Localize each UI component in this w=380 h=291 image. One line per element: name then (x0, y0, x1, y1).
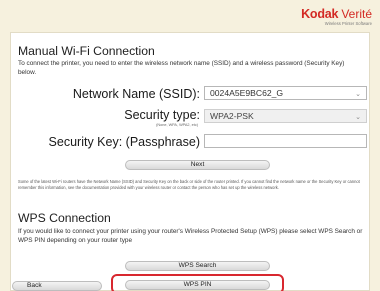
wps-description: If you would like to connect your printe… (18, 228, 363, 244)
security-type-value: WPA2-PSK (210, 111, 254, 121)
wps-title: WPS Connection (18, 211, 111, 225)
brand-product: Verité (341, 7, 372, 21)
security-key-input[interactable] (204, 134, 367, 148)
back-button[interactable]: Back (12, 281, 102, 291)
next-button[interactable]: Next (125, 160, 270, 170)
network-name-field[interactable]: 0024A5E9BC62_G ⌄ (204, 86, 367, 100)
security-key-label: Security Key: (Passphrase) (48, 135, 200, 149)
security-type-label: Security type: (124, 108, 200, 122)
wps-search-button[interactable]: WPS Search (125, 261, 270, 271)
wps-pin-button[interactable]: WPS PIN (125, 280, 270, 290)
network-name-value: 0024A5E9BC62_G (210, 88, 284, 98)
security-type-hint: (None, WPA, WPA2, etc) (156, 123, 198, 127)
manual-description: To connect the printer, you need to ente… (18, 60, 345, 76)
brand-logo: Kodak Verité Wireless Printer Software (301, 8, 372, 26)
manual-title: Manual Wi-Fi Connection (18, 44, 155, 58)
brand-tagline: Wireless Printer Software (324, 20, 372, 26)
security-type-select[interactable]: WPA2-PSK ⌄ (204, 109, 367, 123)
chevron-down-icon: ⌄ (355, 114, 361, 121)
router-info-note: Some of the latest Wi-Fi routers have th… (18, 179, 360, 190)
network-name-label: Network Name (SSID): (72, 87, 200, 101)
chevron-down-icon: ⌄ (355, 91, 361, 98)
brand-name: Kodak (301, 7, 339, 21)
